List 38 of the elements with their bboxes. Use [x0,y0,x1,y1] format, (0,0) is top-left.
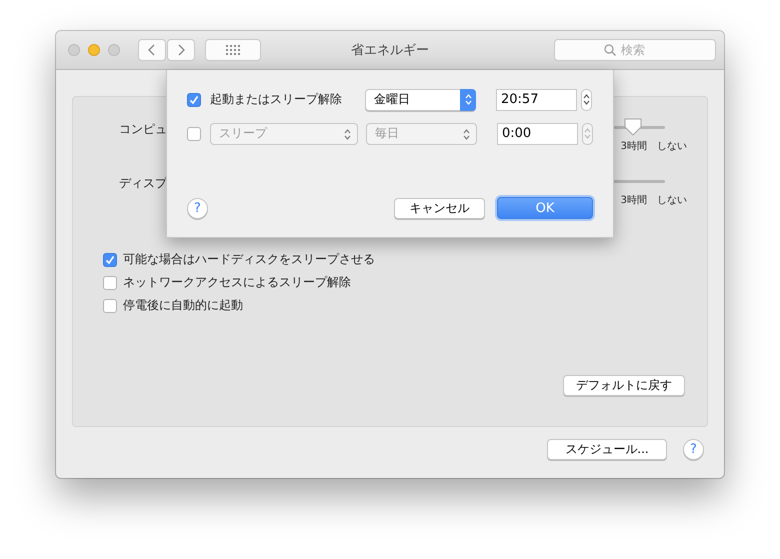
setting-label: コンピュ [119,121,168,138]
tick-label: しない [657,140,687,153]
show-all-button[interactable] [205,39,261,61]
schedule-button[interactable]: スケジュール... [547,439,667,460]
close-button[interactable] [68,44,80,56]
help-button[interactable]: ? [187,198,208,218]
up-down-arrows-icon [464,94,472,105]
tick-label: 3時間 [620,194,647,207]
forward-button[interactable] [167,39,195,61]
up-down-arrows-icon [463,128,470,140]
event-label: 起動またはスリープ解除 [210,91,343,108]
checkbox[interactable] [103,252,117,266]
cancel-button[interactable]: キャンセル [394,198,485,218]
option-label: 可能な場合はハードディスクをスリープさせる [123,251,375,268]
help-button[interactable]: ? [683,439,704,460]
tick-label: 3時間 [620,140,647,153]
checkbox[interactable] [103,276,117,290]
grid-icon [226,45,240,55]
zoom-button[interactable] [108,44,120,56]
checkbox[interactable] [103,298,117,312]
tick-label: しない [657,194,687,207]
time-stepper[interactable] [581,88,592,110]
up-down-arrows-icon [584,128,591,139]
up-down-arrows-icon [583,94,590,105]
chevron-left-icon [148,44,156,56]
slider-thumb[interactable] [623,117,644,137]
option-label: ネットワークアクセスによるスリープ解除 [123,274,351,291]
back-button[interactable] [138,39,166,61]
checkbox[interactable] [187,92,201,106]
day-popup[interactable]: 金曜日 [365,88,476,110]
chevron-right-icon [177,44,185,56]
restore-defaults-button[interactable]: デフォルトに戻す [563,375,685,396]
option-label: 停電後に自動的に起動 [123,297,243,314]
minimize-button[interactable] [88,44,100,56]
time-field[interactable]: 20:57 [496,88,577,110]
window-title: 省エネルギー [351,42,429,59]
search-field[interactable]: 検索 [554,39,716,61]
up-down-arrows-icon [344,128,351,140]
